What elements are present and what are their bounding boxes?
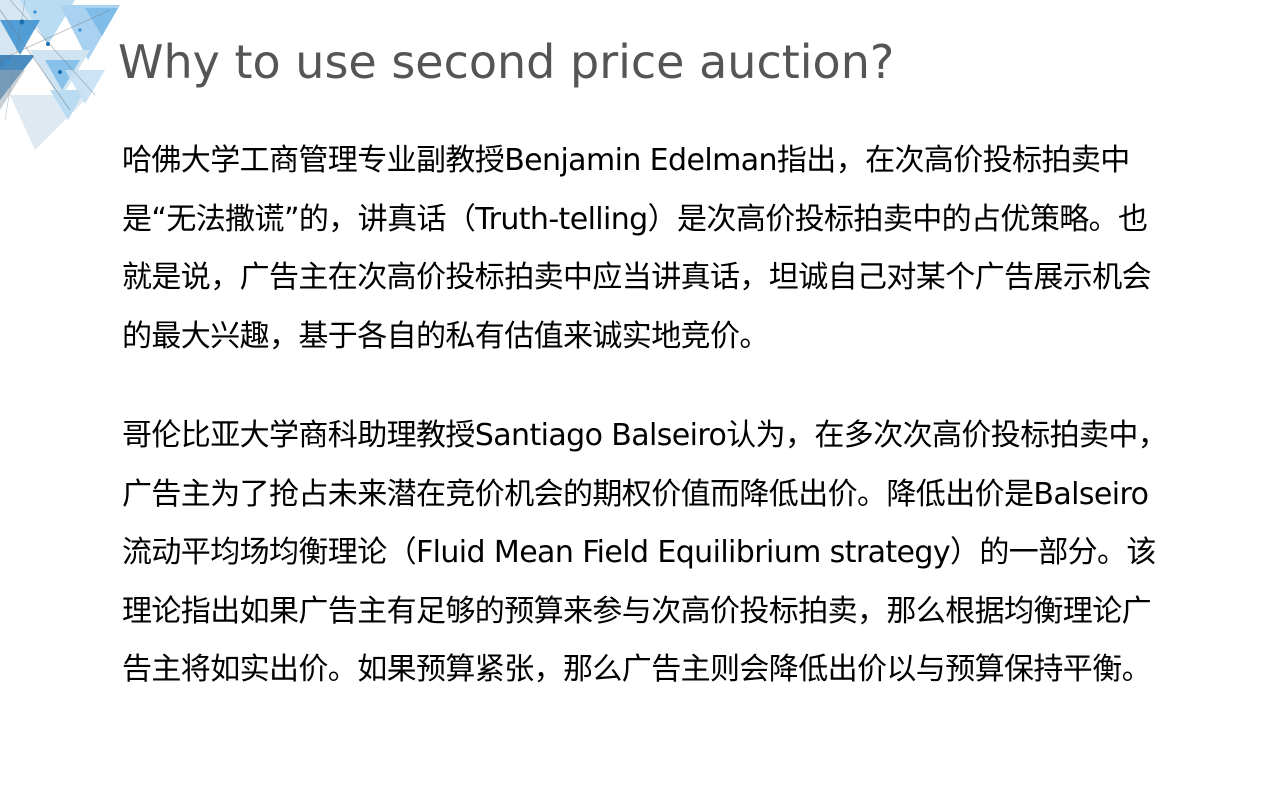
- slide: Why to use second price auction? 哈佛大学工商管…: [0, 0, 1280, 800]
- slide-title: Why to use second price auction?: [118, 35, 895, 89]
- paragraph-edelman: 哈佛大学工商管理专业副教授Benjamin Edelman指出，在次高价投标拍卖…: [122, 143, 1152, 354]
- slide-body: 哈佛大学工商管理专业副教授Benjamin Edelman指出，在次高价投标拍卖…: [122, 132, 1170, 700]
- triangle-pattern-icon: [0, 0, 120, 150]
- paragraph-balseiro: 哥伦比亚大学商科助理教授Santiago Balseiro认为，在多次次高价投标…: [122, 418, 1168, 687]
